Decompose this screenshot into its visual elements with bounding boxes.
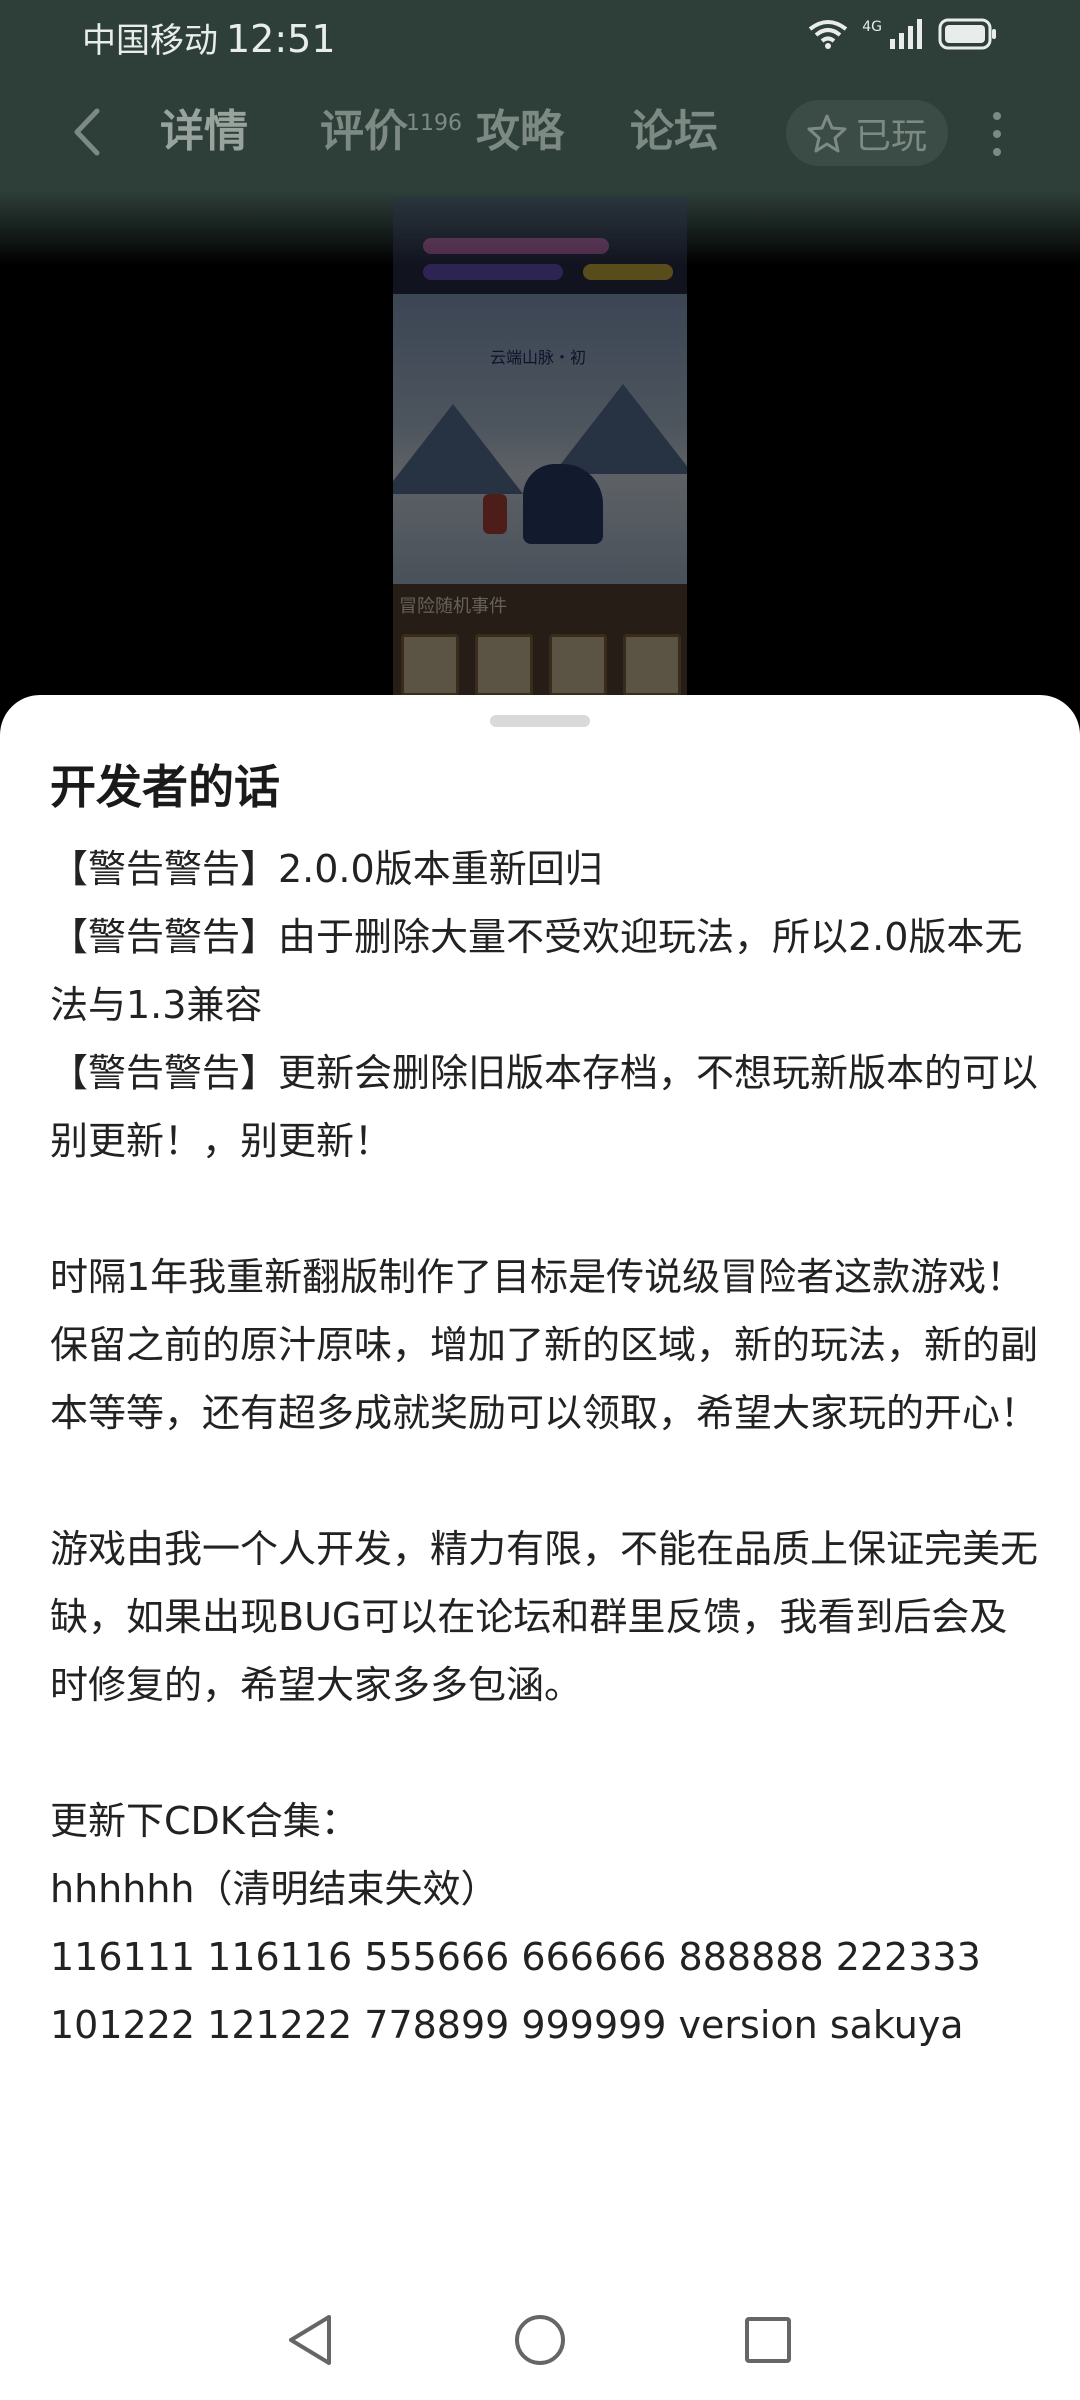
game-event-panel: 冒险随机事件 bbox=[393, 584, 687, 700]
carrier-time: 中国移动 12:51 bbox=[82, 14, 336, 66]
battery-icon bbox=[938, 18, 996, 50]
status-bar: 中国移动 12:51 4G bbox=[0, 0, 1080, 80]
mountain bbox=[553, 384, 687, 474]
paragraph: 【警告警告】更新会删除旧版本存档，不想玩新版本的可以别更新！，别更新！ bbox=[50, 1051, 1039, 1163]
tab-guides[interactable]: 攻略 bbox=[476, 102, 564, 162]
played-button[interactable]: 已玩 bbox=[786, 100, 948, 166]
tab-details[interactable]: 详情 bbox=[160, 102, 248, 162]
more-options-button[interactable] bbox=[982, 104, 1012, 164]
played-label: 已玩 bbox=[854, 116, 927, 157]
chevron-left-icon bbox=[74, 108, 100, 156]
sheet-title: 开发者的话 bbox=[50, 760, 280, 814]
paragraph: hhhhhh（清明结束失效） bbox=[50, 1867, 499, 1911]
dot bbox=[993, 148, 1001, 156]
signal-icon bbox=[890, 19, 922, 49]
event-card bbox=[549, 634, 607, 696]
top-navbar: 详情 评价 1196 攻略 论坛 已玩 bbox=[0, 92, 1080, 172]
triangle-back-icon bbox=[289, 2315, 331, 2365]
event-card bbox=[623, 634, 681, 696]
star-icon bbox=[807, 114, 847, 153]
paragraph: 更新下CDK合集： bbox=[50, 1799, 359, 1843]
clock: 12:51 bbox=[226, 17, 336, 61]
system-navigation-bar bbox=[0, 2280, 1080, 2400]
hp-bar bbox=[423, 238, 609, 254]
back-button[interactable] bbox=[58, 100, 114, 164]
event-card bbox=[475, 634, 533, 696]
review-count-badge: 1196 bbox=[406, 111, 462, 136]
square-recents-icon bbox=[745, 2317, 791, 2363]
paragraph: 时隔1年我重新翻版制作了目标是传说级冒险者这款游戏！保留之前的原汁原味，增加了新… bbox=[50, 1255, 1039, 1435]
mountain bbox=[393, 404, 523, 494]
game-screenshot[interactable]: 云端山脉・初 冒险随机事件 bbox=[393, 198, 687, 700]
circle-home-icon bbox=[515, 2315, 565, 2365]
network-type: 4G bbox=[862, 19, 882, 35]
event-card bbox=[401, 634, 459, 696]
sheet-drag-handle[interactable] bbox=[490, 715, 590, 727]
nav-home-button[interactable] bbox=[500, 2300, 580, 2380]
carrier-label: 中国移动 bbox=[82, 21, 218, 61]
mp-bar bbox=[423, 264, 563, 280]
nav-recents-button[interactable] bbox=[728, 2300, 808, 2380]
paragraph: 101222 121222 778899 999999 version saku… bbox=[50, 2003, 964, 2047]
game-scene: 云端山脉・初 bbox=[393, 294, 687, 584]
game-area-title: 云端山脉・初 bbox=[489, 348, 586, 367]
dot bbox=[993, 112, 1001, 120]
status-icons: 4G bbox=[808, 18, 998, 50]
wifi-icon bbox=[809, 20, 848, 49]
top-area: 中国移动 12:51 4G 详情 评价 1196 攻略 论坛 已玩 云端山脉・初… bbox=[0, 0, 1080, 700]
paragraph: 116111 116116 555666 666666 888888 22233… bbox=[50, 1935, 981, 1979]
nav-back-button[interactable] bbox=[270, 2300, 350, 2380]
energy-bar bbox=[583, 264, 673, 280]
tab-reviews[interactable]: 评价 1196 bbox=[320, 102, 462, 162]
tab-reviews-label: 评价 bbox=[320, 106, 408, 157]
tab-forum[interactable]: 论坛 bbox=[630, 102, 718, 162]
sheet-body: 【警告警告】2.0.0版本重新回归 【警告警告】由于删除大量不受欢迎玩法，所以2… bbox=[50, 835, 1040, 2059]
dot bbox=[993, 130, 1001, 138]
game-event-label: 冒险随机事件 bbox=[399, 596, 507, 617]
player-sprite bbox=[483, 494, 507, 534]
paragraph: 【警告警告】由于删除大量不受欢迎玩法，所以2.0版本无法与1.3兼容 bbox=[50, 915, 1023, 1027]
paragraph: 【警告警告】2.0.0版本重新回归 bbox=[50, 847, 603, 891]
game-hud bbox=[393, 198, 687, 294]
monster-sprite bbox=[523, 464, 603, 544]
developer-notes-sheet: 开发者的话 【警告警告】2.0.0版本重新回归 【警告警告】由于删除大量不受欢迎… bbox=[0, 695, 1080, 2400]
paragraph: 游戏由我一个人开发，精力有限，不能在品质上保证完美无缺，如果出现BUG可以在论坛… bbox=[50, 1527, 1039, 1707]
